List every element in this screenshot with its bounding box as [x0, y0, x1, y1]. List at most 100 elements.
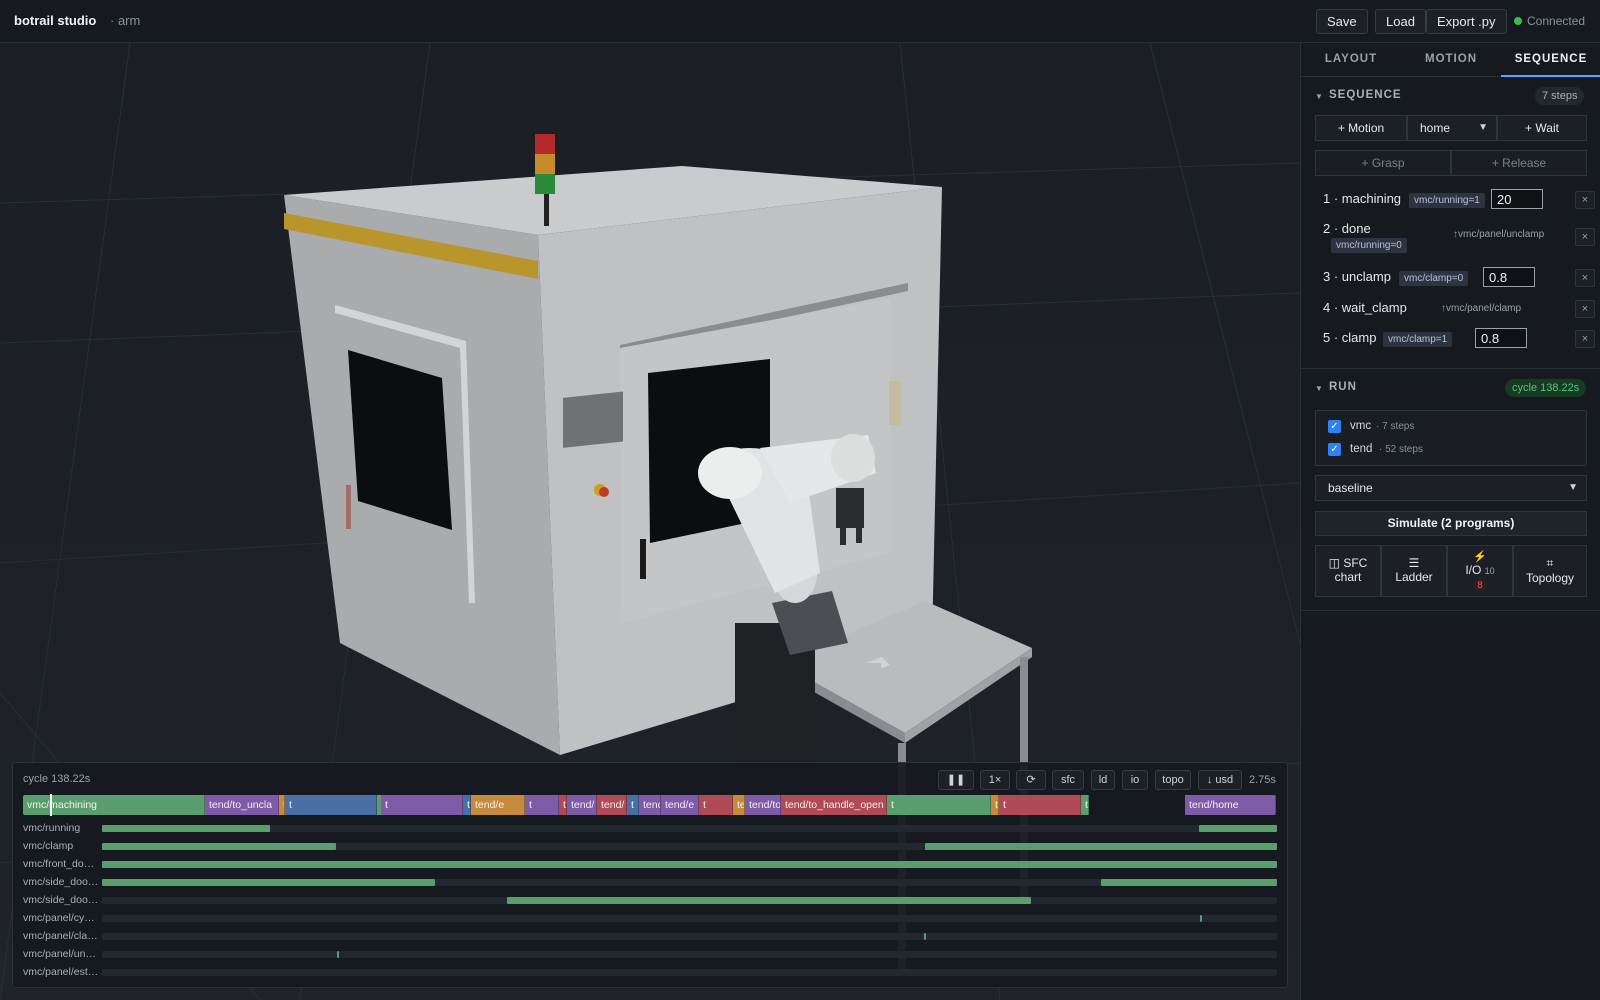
timeline-segment[interactable]: t: [887, 795, 991, 815]
timeline-segment[interactable]: t: [559, 795, 567, 815]
scenario-select[interactable]: baseline ▼: [1315, 475, 1587, 501]
remove-step-button[interactable]: ×: [1575, 228, 1595, 246]
signal-track[interactable]: [102, 861, 1277, 868]
remove-step-button[interactable]: ×: [1575, 300, 1595, 318]
sequence-segment-track[interactable]: vmc/machiningtend/to_unclatend/to_handle…: [23, 795, 1276, 815]
sequence-step[interactable]: 3 · unclamp vmc/clamp=0 ×: [1323, 266, 1595, 290]
remove-step-button[interactable]: ×: [1575, 330, 1595, 348]
remove-step-button[interactable]: ×: [1575, 269, 1595, 287]
timeline-segment[interactable]: tend/a: [639, 795, 661, 815]
step-title: 1 · machining: [1323, 191, 1402, 206]
timeline-segment[interactable]: tend/e: [661, 795, 699, 815]
timeline-segment[interactable]: tend/to_handle_open: [781, 795, 887, 815]
checkbox-tend[interactable]: ✓: [1328, 443, 1341, 456]
save-button[interactable]: Save: [1316, 9, 1368, 34]
timeline-segment[interactable]: tend/: [567, 795, 597, 815]
step-title: 2 · done: [1323, 221, 1371, 236]
signal-active-bar: [924, 933, 926, 940]
section-divider: [1301, 368, 1600, 369]
tab-layout[interactable]: LAYOUT: [1301, 43, 1401, 77]
timeline-segment[interactable]: t: [999, 795, 1081, 815]
program-name: vmc: [1350, 420, 1372, 432]
signal-track[interactable]: [102, 879, 1277, 886]
signal-active-bar: [925, 843, 1277, 850]
timeline-segment[interactable]: tend/e: [733, 795, 745, 815]
signal-track[interactable]: [102, 825, 1277, 832]
sfc-icon: ◫ SFC: [1328, 556, 1368, 570]
tool-label: Ladder: [1395, 570, 1433, 584]
signal-label: vmc/panel/est…: [23, 966, 99, 978]
motion-pose-select[interactable]: home ▼: [1407, 115, 1497, 141]
sequence-step[interactable]: 2 · done vmc/running=0 ↑vmc/panel/unclam…: [1323, 218, 1595, 254]
add-release-button[interactable]: + Release: [1451, 150, 1587, 176]
io-panel-button[interactable]: ⚡ I/O 10 8: [1447, 545, 1513, 597]
io-button[interactable]: io: [1122, 770, 1148, 790]
topology-button[interactable]: ⌗ Topology: [1513, 545, 1587, 597]
timeline-segment[interactable]: tend/to_clamp: [745, 795, 781, 815]
motion-pose-value: home: [1420, 121, 1451, 135]
timeline-segment[interactable]: t: [699, 795, 733, 815]
playhead[interactable]: [50, 794, 52, 816]
timeline-segment[interactable]: t: [381, 795, 463, 815]
step-duration-input[interactable]: [1483, 267, 1535, 287]
lightning-icon: ⚡: [1473, 551, 1487, 563]
timeline-segment[interactable]: t: [525, 795, 559, 815]
pause-button[interactable]: ❚❚: [938, 770, 974, 790]
sequence-step-count: 7 steps: [1535, 87, 1585, 105]
run-section-title[interactable]: RUN: [1329, 381, 1357, 393]
sequence-section-title[interactable]: SEQUENCE: [1329, 89, 1402, 101]
simulate-button[interactable]: Simulate (2 programs): [1315, 511, 1587, 536]
timeline-segment[interactable]: tend/appro: [463, 795, 471, 815]
add-grasp-button[interactable]: + Grasp: [1315, 150, 1451, 176]
timeline-current-time: 2.75s: [1249, 774, 1276, 786]
step-condition-chip: vmc/clamp=0: [1399, 271, 1469, 286]
signal-row: vmc/panel/est…: [13, 963, 1289, 981]
program-step-count: · 52 steps: [1379, 444, 1423, 455]
topo-button[interactable]: topo: [1155, 770, 1191, 790]
sfc-chart-button[interactable]: ◫ SFC chart: [1315, 545, 1381, 597]
ladder-button[interactable]: ☰ Ladder: [1381, 545, 1447, 597]
timeline-segment[interactable]: tend/to_uncla: [205, 795, 279, 815]
tab-motion[interactable]: MOTION: [1401, 43, 1501, 77]
signal-track[interactable]: [102, 969, 1277, 976]
sequence-step[interactable]: 1 · machining vmc/running=1 ×: [1323, 188, 1595, 212]
load-button[interactable]: Load: [1375, 9, 1426, 34]
timeline-segment[interactable]: tend/to_cycle_start: [1081, 795, 1089, 815]
signal-track[interactable]: [102, 843, 1277, 850]
signal-active-bar: [1200, 915, 1202, 922]
sfc-button[interactable]: sfc: [1052, 770, 1084, 790]
speed-button[interactable]: 1×: [980, 770, 1010, 790]
checkbox-vmc[interactable]: ✓: [1328, 420, 1341, 433]
signal-track[interactable]: [102, 933, 1277, 940]
signal-track[interactable]: [102, 951, 1277, 958]
ld-button[interactable]: ld: [1091, 770, 1115, 790]
io-input-count: 10: [1484, 566, 1495, 576]
run-collapse-icon[interactable]: ▼: [1315, 384, 1323, 393]
io-output-count: 8: [1474, 580, 1486, 590]
connection-status: Connected: [1527, 14, 1586, 28]
sequence-collapse-icon[interactable]: ▼: [1315, 92, 1323, 101]
timeline-segment[interactable]: t: [285, 795, 377, 815]
chevron-down-icon: ▼: [1568, 482, 1578, 493]
timeline-segment[interactable]: t: [627, 795, 639, 815]
signal-label: vmc/panel/cla…: [23, 930, 98, 942]
signal-track[interactable]: [102, 915, 1277, 922]
signal-active-bar: [102, 825, 270, 832]
step-duration-input[interactable]: [1475, 328, 1527, 348]
remove-step-button[interactable]: ×: [1575, 191, 1595, 209]
timeline-panel[interactable]: cycle 138.22s ❚❚ 1× ⟳ sfc ld io topo ↓ u…: [12, 762, 1288, 988]
sequence-step[interactable]: 4 · wait_clamp ↑vmc/panel/clamp ×: [1323, 297, 1595, 321]
add-wait-button[interactable]: + Wait: [1497, 115, 1587, 141]
sequence-step[interactable]: 5 · clamp vmc/clamp=1 ×: [1323, 327, 1595, 351]
export-usd-button[interactable]: ↓ usd: [1198, 770, 1242, 790]
loop-icon[interactable]: ⟳: [1016, 770, 1046, 790]
step-duration-input[interactable]: [1491, 189, 1543, 209]
signal-track[interactable]: [102, 897, 1277, 904]
timeline-segment[interactable]: tend/home: [1185, 795, 1276, 815]
timeline-segment[interactable]: tend/e: [471, 795, 525, 815]
export-py-button[interactable]: Export .py: [1426, 9, 1507, 34]
tab-sequence[interactable]: SEQUENCE: [1501, 43, 1600, 77]
timeline-segment[interactable]: tend/slide_close: [991, 795, 999, 815]
add-motion-button[interactable]: + Motion: [1315, 115, 1407, 141]
timeline-segment[interactable]: tend/: [597, 795, 627, 815]
